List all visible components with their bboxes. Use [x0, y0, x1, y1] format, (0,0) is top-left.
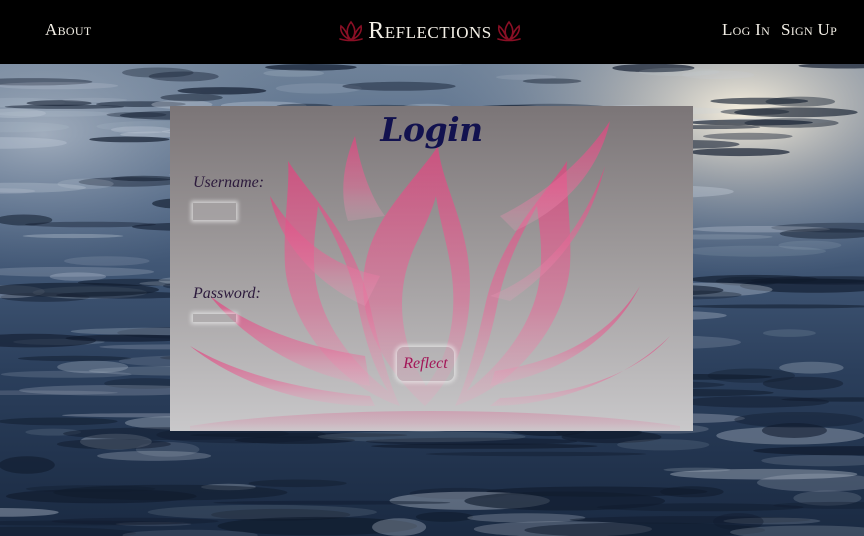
water-ripple: [425, 451, 647, 457]
lotus-icon: [496, 20, 521, 42]
water-ripple: [779, 361, 844, 374]
water-ripple: [522, 78, 582, 84]
reflect-submit-button[interactable]: Reflect: [397, 347, 454, 381]
login-title: Login: [380, 110, 483, 149]
water-ripple: [703, 132, 793, 140]
navbar: About Reflections Log In Sign Up: [0, 0, 864, 64]
brand-logo[interactable]: Reflections: [332, 12, 528, 50]
water-ripple: [342, 81, 456, 91]
water-ripple: [763, 329, 816, 337]
water-ripple: [681, 70, 755, 80]
water-ripple: [57, 360, 129, 374]
water-ripple: [177, 87, 267, 95]
water-ripple: [147, 504, 377, 520]
water-ripple: [213, 500, 451, 505]
water-ripple: [265, 64, 357, 71]
water-ripple: [160, 93, 223, 102]
water-ripple: [681, 396, 829, 408]
signup-link[interactable]: Sign Up: [781, 20, 837, 40]
water-ripple: [689, 148, 790, 157]
water-ripple: [734, 107, 858, 118]
water-ripple: [111, 126, 172, 134]
water-ripple: [317, 431, 526, 443]
water-ripple: [372, 518, 427, 536]
water-ripple: [17, 355, 132, 362]
water-ripple: [53, 484, 288, 501]
password-label: Password:: [193, 285, 261, 302]
water-ripple: [762, 376, 844, 391]
login-card: Login Username: Password: Reflect: [170, 106, 693, 431]
username-label: Username:: [193, 174, 265, 191]
username-input[interactable]: [193, 203, 236, 220]
water-ripple: [89, 136, 170, 143]
water-ripple: [148, 71, 219, 82]
water-ripple: [22, 233, 124, 239]
water-ripple: [765, 96, 835, 107]
login-link[interactable]: Log In: [722, 20, 770, 40]
lotus-icon: [339, 20, 364, 42]
water-ripple: [467, 513, 586, 523]
water-ripple: [670, 468, 858, 480]
water-ripple: [0, 82, 119, 90]
water-ripple: [778, 240, 842, 250]
water-ripple: [56, 439, 171, 450]
water-ripple: [51, 517, 219, 525]
water-ripple: [62, 97, 128, 103]
water-ripple: [64, 256, 150, 266]
water-ripple: [4, 104, 125, 109]
water-ripple: [25, 221, 156, 228]
water-ripple: [660, 486, 724, 498]
water-ripple: [617, 439, 710, 451]
password-input[interactable]: [193, 314, 236, 322]
water-ripple: [415, 511, 474, 522]
water-ripple: [0, 417, 118, 426]
water-ripple: [744, 118, 839, 128]
water-ripple: [263, 69, 325, 77]
brand-title[interactable]: Reflections: [368, 18, 492, 45]
water-ripple: [761, 423, 827, 438]
lotus-watermark-icon: [190, 121, 680, 431]
water-ripple: [0, 110, 115, 117]
about-link[interactable]: About: [45, 20, 91, 40]
water-ripple: [0, 456, 55, 474]
water-ripple: [57, 178, 114, 190]
water-ripple: [464, 491, 665, 511]
water-ripple: [248, 479, 347, 488]
